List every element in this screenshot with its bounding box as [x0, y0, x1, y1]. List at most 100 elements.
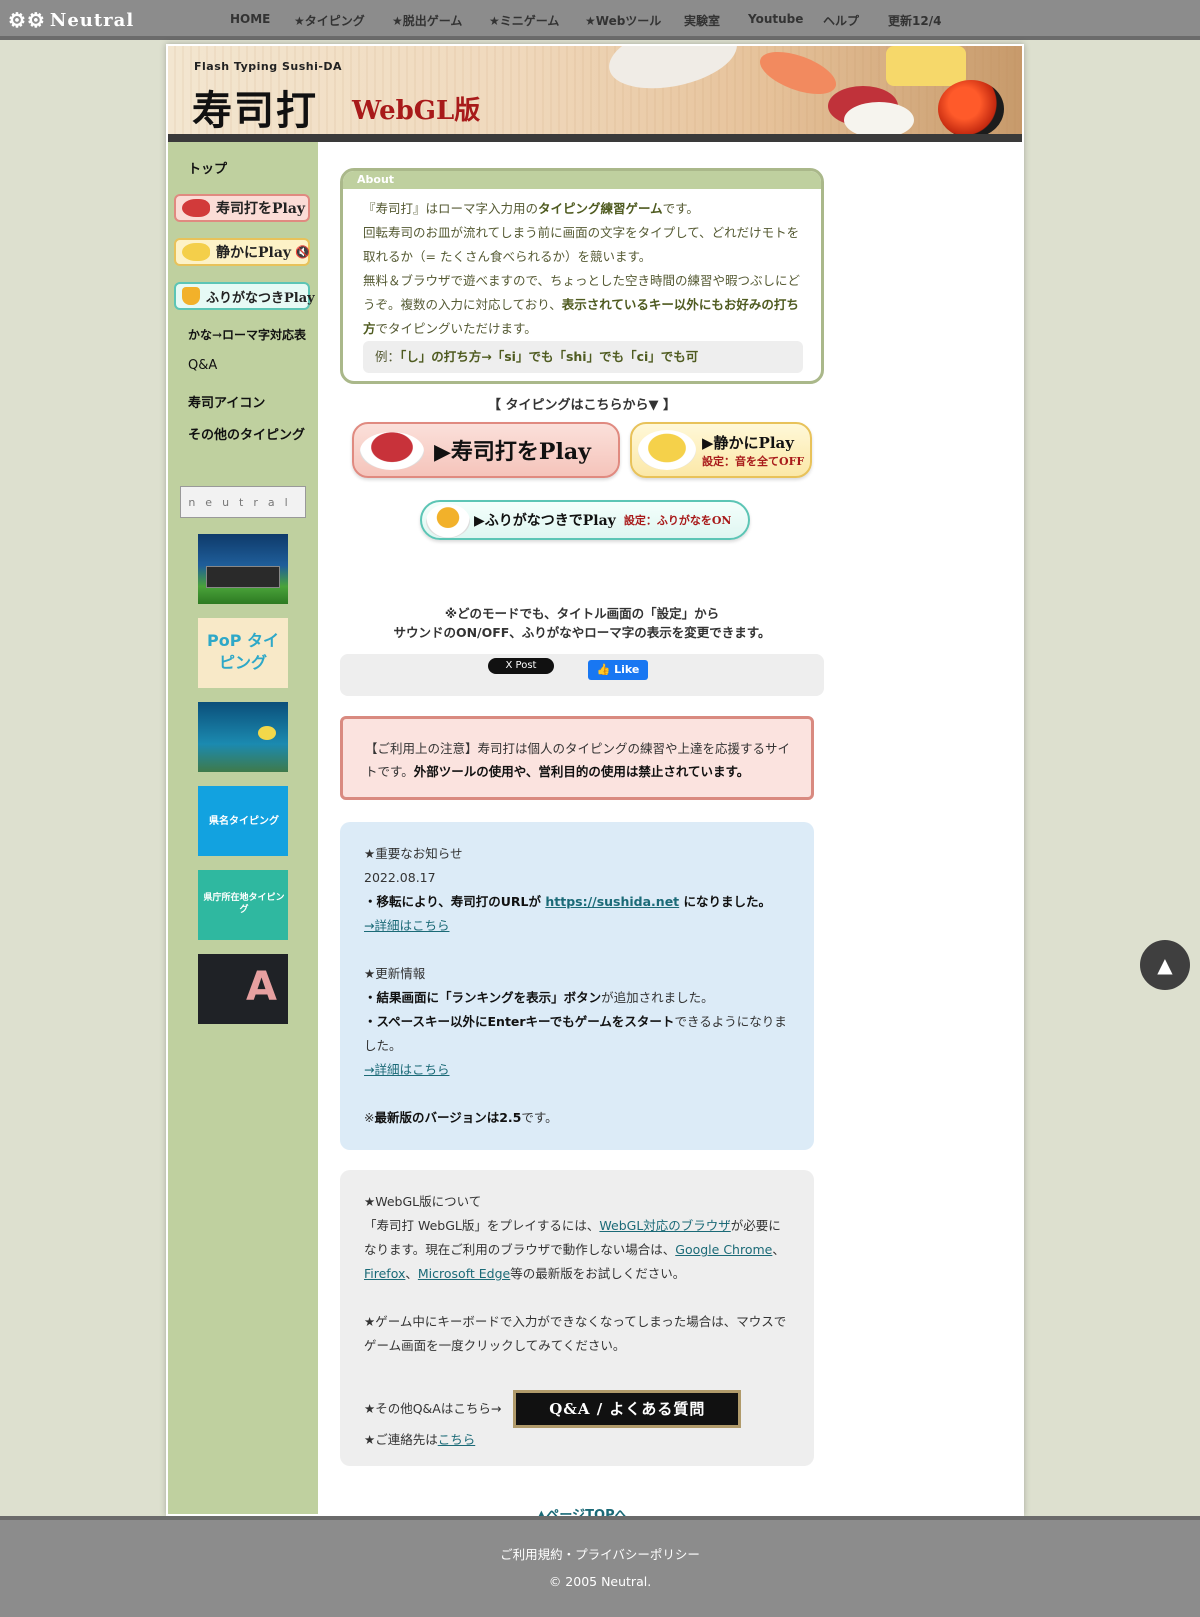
sidebar-item-sushi-icon[interactable]: 寿司アイコン — [188, 392, 265, 411]
qa-label: ★その他Q&Aはこちら→ — [364, 1401, 502, 1416]
quiet-play-button[interactable]: ▶静かにPlay 設定：音を全てOFF — [630, 422, 812, 478]
gears-icon: ⚙⚙ — [8, 8, 46, 32]
sidebar-quiet-label: 静かにPlay — [216, 245, 292, 261]
tamago-sushi-icon — [182, 243, 210, 261]
sidebar-quiet-play-button[interactable]: 静かにPlay 🔇 — [174, 238, 310, 266]
about-p2: 回転寿司のお皿が流れてしまう前に画面の文字をタイプして、どれだけモトを取れるか（… — [363, 225, 800, 264]
banner-version: WebGL版 — [352, 96, 481, 126]
sidebar-item-top[interactable]: トップ — [188, 158, 227, 177]
edge-link[interactable]: Microsoft Edge — [418, 1266, 510, 1281]
sidebar: トップ 寿司打をPlay 静かにPlay 🔇 ふりがなつきPlay かな→ローマ… — [168, 142, 318, 1514]
main-container: Flash Typing Sushi-DA 寿司打 WebGL版 トップ 寿司打… — [166, 44, 1024, 1523]
news-move-a: ・移転により、寿司打のURLが — [364, 894, 546, 909]
sidebar-item-qa[interactable]: Q&A — [188, 358, 217, 373]
news-panel: ★重要なお知らせ 2022.08.17 ・移転により、寿司打のURLが http… — [340, 822, 814, 1150]
about-example-label: 例： — [375, 349, 401, 364]
about-p1-c: です。 — [662, 201, 699, 216]
update-2: ・スペースキー以外にEnterキーでもゲームをスタートできるようになりました。 — [364, 1010, 790, 1058]
nav-web-tools[interactable]: ★Webツール — [585, 12, 661, 29]
version-note-b: 最新版のバージョンは2.5 — [374, 1110, 522, 1125]
keyboard-typing-thumb[interactable] — [198, 534, 288, 604]
scroll-to-top-button[interactable]: ▲ — [1140, 940, 1190, 990]
neutral-logo[interactable]: ⚙⚙ Neutral — [8, 8, 134, 32]
version-note-a: ※ — [364, 1110, 375, 1125]
sidebar-item-kana-table[interactable]: かな→ローマ字対応表 — [188, 326, 306, 343]
contact-line: ★ご連絡先はこちら — [364, 1428, 790, 1452]
qa-row: ★その他Q&Aはこちら→ Q&A / よくある質問 — [364, 1390, 790, 1428]
about-text: 『寿司打』はローマ字入力用のタイピング練習ゲームです。 回転寿司のお皿が流れてし… — [363, 197, 807, 341]
copyright: © 2005 Neutral. — [548, 1574, 652, 1589]
webgl-text-c: 等の最新版をお試しください。 — [510, 1266, 686, 1281]
contact-link[interactable]: こちら — [438, 1432, 476, 1447]
news-title: ★重要なお知らせ — [364, 846, 463, 861]
update-1-b: が追加されました。 — [601, 990, 714, 1005]
terms-privacy-link[interactable]: ご利用規約・プライバシーポリシー — [0, 1544, 1200, 1563]
brand-name: Neutral — [49, 9, 135, 31]
header-banner: Flash Typing Sushi-DA 寿司打 WebGL版 — [168, 46, 1022, 134]
banner-title: 寿司打 — [192, 87, 318, 134]
typing-heading: 【 タイピングはこちらから▼ 】 — [487, 398, 677, 413]
furigana-play-button[interactable]: ▶ふりがなつきでPlay 設定：ふりがなをON — [420, 500, 750, 540]
quiet-play-label: ▶静かにPlay — [702, 433, 794, 452]
prefecture-typing-thumb[interactable]: 県名タイピング — [198, 786, 288, 856]
furigana-play-label: ▶ふりがなつきでPlay — [474, 513, 616, 529]
about-panel: About 『寿司打』はローマ字入力用のタイピング練習ゲームです。 回転寿司のお… — [340, 168, 824, 384]
news-move-b: になりました。 — [679, 894, 772, 909]
webgl-text-a: 「寿司打 WebGL版」をプレイするには、 — [364, 1218, 600, 1233]
news-details-link-1[interactable]: →詳細はこちら — [364, 918, 449, 933]
sidebar-play-button[interactable]: 寿司打をPlay — [174, 194, 310, 222]
news-move: ・移転により、寿司打のURLが https://sushida.net になりま… — [364, 890, 790, 914]
squid-nigiri-image — [844, 102, 914, 134]
play-button[interactable]: ▶寿司打をPlay — [352, 422, 620, 478]
usage-notice-warning: 外部ツールの使用や、営利目的の使用は禁止されています。 — [413, 764, 750, 779]
sidebar-item-other-typing[interactable]: その他のタイピング — [188, 424, 305, 443]
mode-note: ※どのモードでも、タイトル画面の「設定」から サウンドのON/OFF、ふりがなや… — [340, 604, 824, 642]
nav-mini-game[interactable]: ★ミニゲーム — [489, 12, 559, 29]
nav-youtube[interactable]: Youtube — [748, 12, 803, 26]
pop-typing-thumb[interactable]: PoP タイピング — [198, 618, 288, 688]
quiet-play-note: 設定：音を全てOFF — [702, 454, 805, 468]
about-tab: About — [343, 171, 821, 189]
update-2-a: ・スペースキー以外にEnterキーでもゲームをスタート — [364, 1014, 675, 1029]
prefecture-capital-thumb[interactable]: 県庁所在地タイピング — [198, 870, 288, 940]
nav-home[interactable]: HOME — [230, 12, 270, 26]
footer: ご利用規約・プライバシーポリシー © 2005 Neutral. — [0, 1516, 1200, 1617]
play-button-label: ▶寿司打をPlay — [434, 439, 591, 465]
x-post-button[interactable]: X Post — [488, 658, 554, 674]
update-1: ・結果画面に「ランキングを表示」ボタンが追加されました。 — [364, 986, 790, 1010]
pop-typing-label: PoP タイピング — [206, 631, 280, 672]
about-p1-b: タイピング練習ゲーム — [538, 201, 663, 216]
social-share-bar: X Post 👍 Like — [340, 654, 824, 696]
mute-icon: 🔇 — [295, 245, 311, 259]
sidebar-play-label: 寿司打をPlay — [216, 201, 306, 217]
alphabet-letter: A — [246, 964, 277, 1010]
sushida-url-link[interactable]: https://sushida.net — [545, 894, 679, 909]
chrome-link[interactable]: Google Chrome — [675, 1242, 772, 1257]
webgl-sep-1: 、 — [772, 1242, 785, 1257]
facebook-like-button[interactable]: 👍 Like — [588, 660, 648, 680]
keyboard-tip: ★ゲーム中にキーボードで入力ができなくなってしまった場合は、マウスでゲーム画面を… — [364, 1314, 787, 1353]
keyboard-graphic — [206, 566, 280, 588]
nav-help[interactable]: ヘルプ — [823, 12, 859, 29]
webgl-browser-link[interactable]: WebGL対応のブラウザ — [599, 1218, 730, 1233]
alphabet-thumb[interactable]: A — [198, 954, 288, 1024]
about-example-text: 「し」の打ち方→「si」でも「shi」でも「ci」でも可 — [400, 349, 699, 364]
sidebar-furigana-label: ふりがなつきPlay — [206, 290, 315, 306]
sidebar-furigana-play-button[interactable]: ふりがなつきPlay — [174, 282, 315, 310]
banner-divider — [168, 134, 1022, 142]
nav-escape-game[interactable]: ★脱出ゲーム — [392, 12, 462, 29]
aquarium-thumb[interactable] — [198, 702, 288, 772]
prefecture-capital-label: 県庁所在地タイピング — [203, 893, 285, 915]
pudding-plate-icon — [426, 504, 470, 538]
nav-lab[interactable]: 実験室 — [684, 12, 720, 29]
tamago-nigiri-image — [886, 46, 966, 86]
neutral-badge[interactable]: neutral — [180, 486, 306, 518]
nav-typing[interactable]: ★タイピング — [294, 12, 365, 29]
prefecture-typing-label: 県名タイピング — [209, 816, 279, 827]
nav-updates[interactable]: 更新12/4 — [888, 12, 941, 29]
firefox-link[interactable]: Firefox — [364, 1266, 405, 1281]
about-p1-a: 『寿司打』はローマ字入力用の — [363, 201, 539, 216]
webgl-sep-2: 、 — [405, 1266, 418, 1281]
news-details-link-2[interactable]: →詳細はこちら — [364, 1062, 449, 1077]
qa-faq-button[interactable]: Q&A / よくある質問 — [513, 1390, 742, 1428]
